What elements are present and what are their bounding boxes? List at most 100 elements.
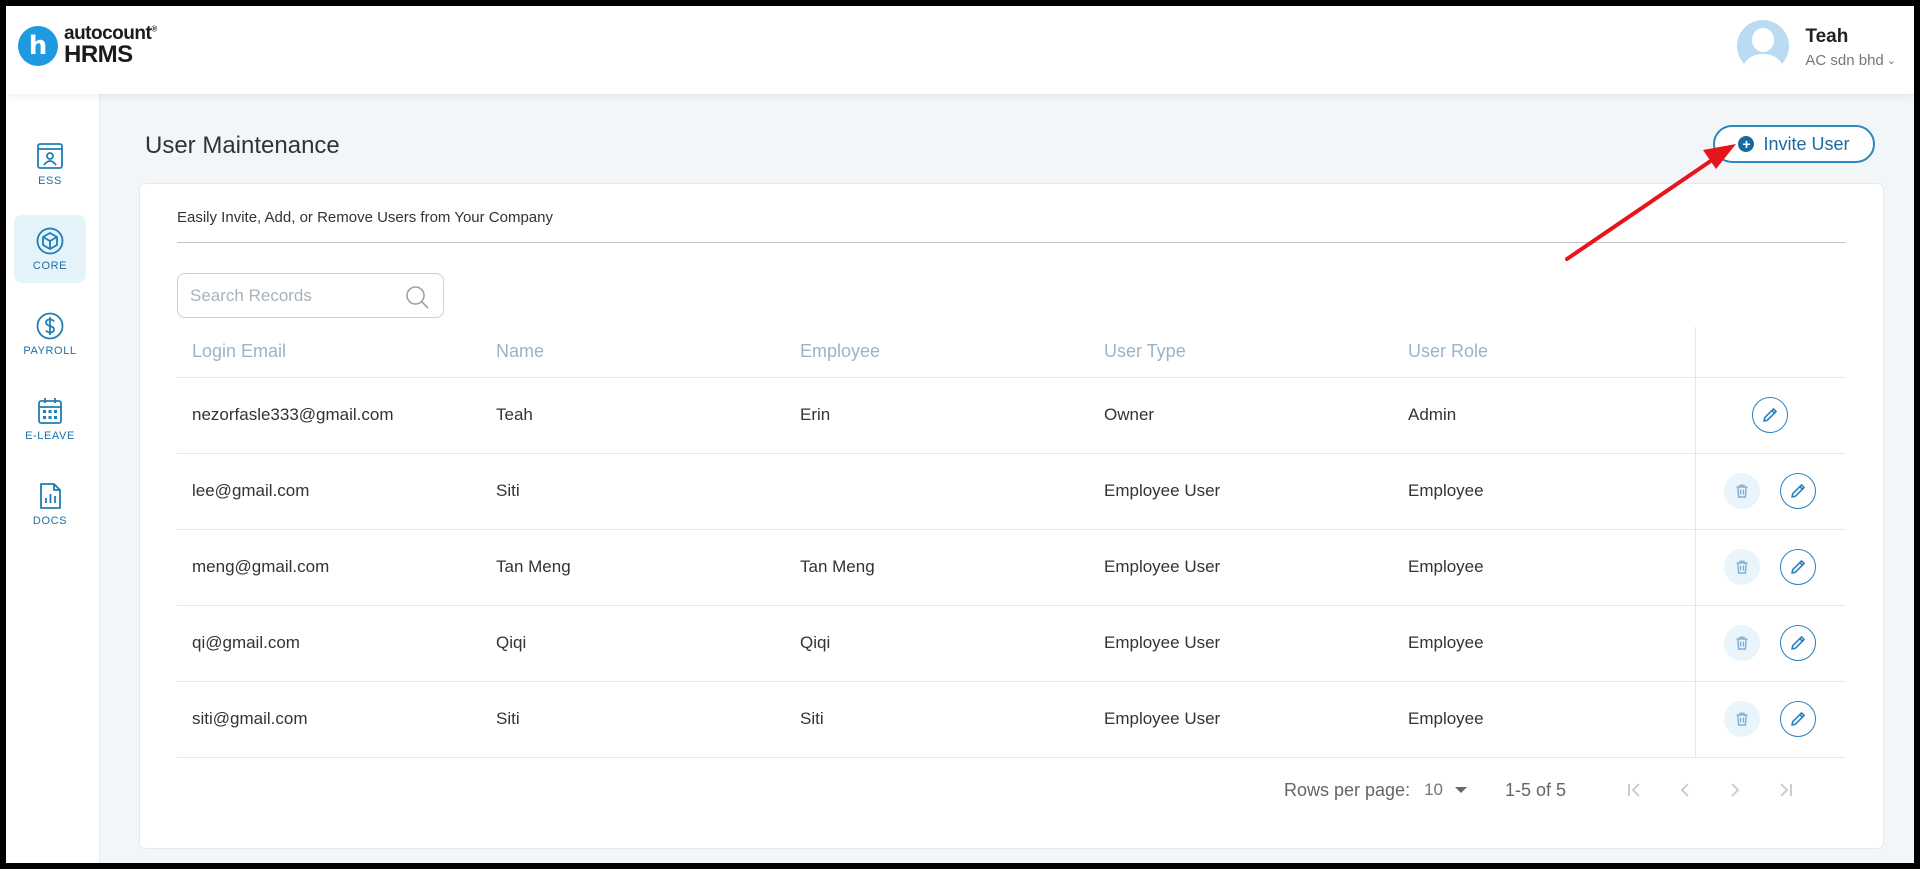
rows-per-page-select[interactable]: 10 <box>1424 780 1467 800</box>
column-header-employee[interactable]: Employee <box>785 327 1089 378</box>
user-menu[interactable]: Teah AC sdn bhd ⌄ <box>1737 20 1896 72</box>
logo-product: HRMS <box>64 41 133 68</box>
last-page-button[interactable] <box>1760 775 1810 805</box>
next-page-button[interactable] <box>1710 775 1760 805</box>
cell-user-role: Employee <box>1393 605 1695 682</box>
cell-actions <box>1694 453 1845 530</box>
cell-user-role: Admin <box>1393 377 1695 454</box>
cell-actions <box>1694 529 1845 606</box>
app-logo[interactable]: h autocount® HRMS <box>18 24 157 67</box>
column-header-name[interactable]: Name <box>481 327 785 378</box>
column-header-user-type[interactable]: User Type <box>1089 327 1393 378</box>
cell-login-email: lee@gmail.com <box>177 453 481 530</box>
pagination: Rows per page: 10 1-5 of 5 <box>1284 775 1810 805</box>
cell-user-role: Employee <box>1393 453 1695 530</box>
dollar-icon <box>36 312 64 340</box>
cell-name: Teah <box>481 377 785 454</box>
trash-icon <box>1736 560 1748 574</box>
plus-circle-icon: + <box>1738 136 1755 152</box>
edit-button[interactable] <box>1780 473 1817 509</box>
sidebar-item-label: DOCS <box>32 515 68 527</box>
sidebar: ESS CORE PAYROLL E-LEAVE DOCS <box>6 94 100 863</box>
trash-icon <box>1736 484 1748 498</box>
cell-name: Qiqi <box>481 605 785 682</box>
cell-user-role: Employee <box>1393 529 1695 606</box>
pencil-icon <box>1763 408 1778 422</box>
cell-name: Siti <box>481 681 785 758</box>
cell-employee: Tan Meng <box>785 529 1089 606</box>
sidebar-item-docs[interactable]: DOCS <box>14 470 86 538</box>
cell-employee: Qiqi <box>785 605 1089 682</box>
search-icon[interactable] <box>405 285 429 309</box>
edit-button[interactable] <box>1752 397 1789 433</box>
search-input[interactable] <box>190 284 400 308</box>
column-header-login-email[interactable]: Login Email <box>177 327 481 378</box>
search-box <box>177 273 444 318</box>
rows-per-page-value: 10 <box>1424 780 1443 799</box>
pencil-icon <box>1791 636 1806 650</box>
sidebar-item-label: E-LEAVE <box>25 430 75 442</box>
cell-user-role: Employee <box>1393 681 1695 758</box>
sidebar-item-core[interactable]: CORE <box>14 215 86 283</box>
cell-user-type: Employee User <box>1089 529 1393 606</box>
logo-mark: h <box>18 25 58 66</box>
pencil-icon <box>1791 484 1806 498</box>
cell-user-type: Employee User <box>1089 605 1393 682</box>
sidebar-item-payroll[interactable]: PAYROLL <box>14 300 86 368</box>
app-window: h autocount® HRMS Teah AC sdn bhd ⌄ ESS … <box>6 6 1914 863</box>
cell-actions <box>1694 377 1845 454</box>
chevron-right-icon <box>1731 783 1740 797</box>
cell-login-email: siti@gmail.com <box>177 681 481 758</box>
company-name: AC sdn bhd <box>1805 52 1884 69</box>
delete-button[interactable] <box>1724 625 1761 661</box>
users-table: Login Email Name Employee User Type User… <box>177 327 1845 758</box>
ess-icon <box>37 143 63 169</box>
table-row[interactable]: nezorfasle333@gmail.com Teah Erin Owner … <box>177 377 1845 454</box>
sidebar-item-label: CORE <box>32 260 68 272</box>
logo-registered: ® <box>151 24 157 34</box>
cell-actions <box>1694 605 1845 682</box>
previous-page-button[interactable] <box>1660 775 1710 805</box>
cell-login-email: qi@gmail.com <box>177 605 481 682</box>
cell-login-email: nezorfasle333@gmail.com <box>177 377 481 454</box>
table-row[interactable]: lee@gmail.com Siti Employee User Employe… <box>177 453 1845 530</box>
caret-down-icon <box>1455 787 1467 793</box>
edit-button[interactable] <box>1780 625 1817 661</box>
document-chart-icon <box>40 483 61 509</box>
edit-button[interactable] <box>1780 549 1817 585</box>
pencil-icon <box>1791 712 1806 726</box>
sidebar-item-e-leave[interactable]: E-LEAVE <box>14 385 86 453</box>
last-page-icon <box>1780 783 1792 797</box>
sidebar-item-ess[interactable]: ESS <box>14 130 86 198</box>
trash-icon <box>1736 712 1748 726</box>
cell-name: Tan Meng <box>481 529 785 606</box>
column-header-user-role[interactable]: User Role <box>1393 327 1695 378</box>
users-card: Easily Invite, Add, or Remove Users from… <box>139 183 1884 849</box>
table-row[interactable]: qi@gmail.com Qiqi Qiqi Employee User Emp… <box>177 605 1845 682</box>
page-title: User Maintenance <box>145 132 340 159</box>
sidebar-item-label: ESS <box>38 175 62 187</box>
edit-button[interactable] <box>1780 701 1817 737</box>
card-subtitle: Easily Invite, Add, or Remove Users from… <box>177 209 553 226</box>
invite-user-button[interactable]: + Invite User <box>1713 125 1875 163</box>
calendar-icon <box>38 398 62 424</box>
table-row[interactable]: siti@gmail.com Siti Siti Employee User E… <box>177 681 1845 758</box>
cell-name: Siti <box>481 453 785 530</box>
avatar[interactable] <box>1737 20 1790 72</box>
divider <box>177 242 1846 243</box>
cell-employee <box>785 453 1089 530</box>
delete-button[interactable] <box>1724 549 1761 585</box>
cell-employee: Siti <box>785 681 1089 758</box>
cell-employee: Erin <box>785 377 1089 454</box>
trash-icon <box>1736 636 1748 650</box>
table-row[interactable]: meng@gmail.com Tan Meng Tan Meng Employe… <box>177 529 1845 606</box>
column-header-actions <box>1694 327 1845 378</box>
rows-per-page-label: Rows per page: <box>1284 779 1411 800</box>
page-range: 1-5 of 5 <box>1505 779 1567 800</box>
table-header-row: Login Email Name Employee User Type User… <box>177 327 1845 378</box>
company-selector[interactable]: AC sdn bhd ⌄ <box>1805 52 1896 69</box>
delete-button[interactable] <box>1724 473 1761 509</box>
delete-button[interactable] <box>1724 701 1761 737</box>
first-page-button[interactable] <box>1610 775 1660 805</box>
cube-icon <box>36 227 64 255</box>
